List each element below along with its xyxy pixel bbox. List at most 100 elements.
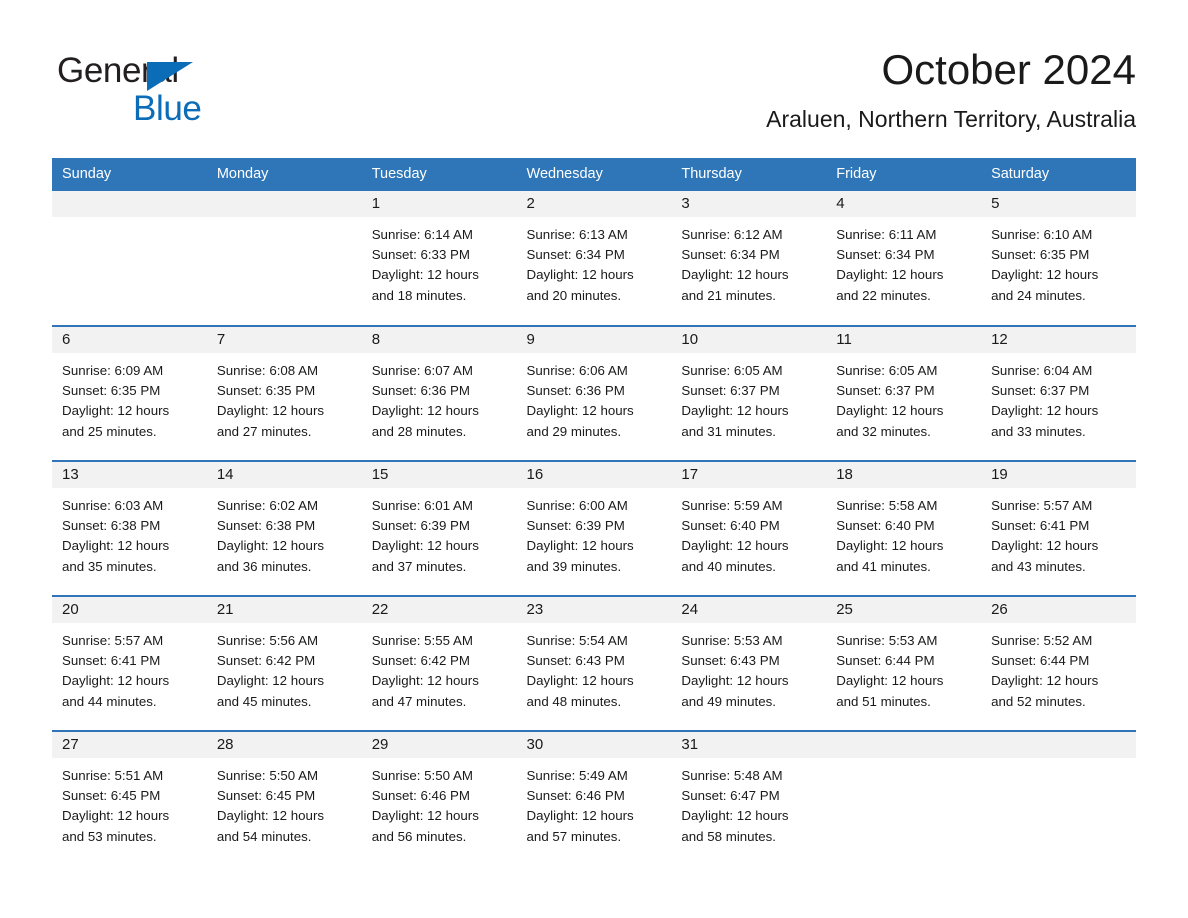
calendar-cell-empty (826, 730, 982, 866)
day-details: Sunrise: 6:01 AM Sunset: 6:39 PM Daylight:… (362, 488, 517, 577)
weekday-header-wednesday: Wednesday (516, 158, 672, 191)
calendar-week-row: 1 Sunrise: 6:14 AM Sunset: 6:33 PM Daylight… (52, 191, 1136, 326)
calendar-day-cell[interactable]: 27 Sunrise: 5:51 AM Sunset: 6:45 PM Dayligh… (52, 730, 207, 866)
daylight-text-line1: Daylight: 12 hours (371, 538, 479, 554)
calendar-day-cell[interactable]: 29 Sunrise: 5:50 AM Sunset: 6:46 PM Dayligh… (361, 730, 517, 866)
daylight-text-line1: Daylight: 12 hours (216, 808, 325, 824)
calendar-day-cell[interactable]: 21 Sunrise: 5:56 AM Sunset: 6:42 PM Dayligh… (206, 595, 362, 731)
calendar-day-cell[interactable]: 15 Sunrise: 6:01 AM Sunset: 6:39 PM Dayligh… (361, 460, 517, 596)
day-number: 18 (826, 462, 982, 488)
calendar-day-cell[interactable]: 10 Sunrise: 6:05 AM Sunset: 6:37 PM Dayligh… (671, 325, 827, 461)
calendar-day-cell[interactable]: 3 Sunrise: 6:12 AM Sunset: 6:34 PM Daylight… (671, 191, 827, 326)
day-details: Sunrise: 6:04 AM Sunset: 6:37 PM Daylight:… (981, 353, 1136, 442)
daylight-text-line2: and 18 minutes. (371, 287, 467, 303)
daylight-text-line1: Daylight: 12 hours (62, 808, 170, 824)
calendar-day-cell[interactable]: 13 Sunrise: 6:03 AM Sunset: 6:38 PM Dayligh… (52, 460, 207, 596)
day-details: Sunrise: 5:59 AM Sunset: 6:40 PM Daylight:… (671, 488, 826, 577)
day-details: Sunrise: 6:06 AM Sunset: 6:36 PM Daylight:… (517, 353, 672, 442)
daylight-text-line1: Daylight: 12 hours (526, 267, 634, 283)
calendar-day-cell[interactable]: 23 Sunrise: 5:54 AM Sunset: 6:43 PM Dayligh… (516, 595, 672, 731)
day-number: 12 (981, 327, 1136, 353)
daylight-text-line1: Daylight: 12 hours (371, 673, 479, 689)
sunset-text: Sunset: 6:39 PM (526, 518, 625, 534)
sunrise-text: Sunrise: 6:04 AM (991, 363, 1093, 378)
daylight-text-line2: and 37 minutes. (371, 558, 467, 574)
calendar-table: Sunday Monday Tuesday Wednesday Thursday… (52, 158, 1136, 866)
calendar-day-cell[interactable]: 2 Sunrise: 6:13 AM Sunset: 6:34 PM Daylight… (516, 191, 672, 326)
day-number: 29 (361, 732, 517, 758)
calendar-day-cell[interactable]: 31 Sunrise: 5:48 AM Sunset: 6:47 PM Dayligh… (671, 730, 827, 866)
daylight-text-line1: Daylight: 12 hours (991, 673, 1099, 689)
sunset-text: Sunset: 6:37 PM (991, 383, 1090, 399)
day-number: 6 (52, 327, 207, 353)
day-details: Sunrise: 5:57 AM Sunset: 6:41 PM Daylight:… (52, 623, 207, 712)
day-number (826, 732, 982, 758)
calendar-day-cell[interactable]: 4 Sunrise: 6:11 AM Sunset: 6:34 PM Daylight… (826, 191, 982, 326)
sunset-text: Sunset: 6:34 PM (836, 247, 935, 263)
calendar-day-cell[interactable]: 11 Sunrise: 6:05 AM Sunset: 6:37 PM Dayligh… (826, 325, 982, 461)
calendar-day-cell[interactable]: 12 Sunrise: 6:04 AM Sunset: 6:37 PM Dayligh… (981, 325, 1136, 461)
sunset-text: Sunset: 6:46 PM (526, 788, 625, 804)
calendar-day-cell[interactable]: 22 Sunrise: 5:55 AM Sunset: 6:42 PM Dayligh… (361, 595, 517, 731)
sunset-text: Sunset: 6:35 PM (62, 383, 161, 399)
calendar-day-cell[interactable]: 20 Sunrise: 5:57 AM Sunset: 6:41 PM Dayligh… (52, 595, 207, 731)
calendar-day-cell[interactable]: 25 Sunrise: 5:53 AM Sunset: 6:44 PM Dayligh… (826, 595, 982, 731)
calendar-day-cell[interactable]: 16 Sunrise: 6:00 AM Sunset: 6:39 PM Dayligh… (516, 460, 672, 596)
calendar-week-row: 27 Sunrise: 5:51 AM Sunset: 6:45 PM Dayligh… (52, 730, 1136, 866)
sunset-text: Sunset: 6:40 PM (836, 518, 935, 534)
sunset-text: Sunset: 6:37 PM (836, 383, 935, 399)
day-number (981, 732, 1136, 758)
calendar-day-cell[interactable]: 5 Sunrise: 6:10 AM Sunset: 6:35 PM Daylight… (981, 191, 1136, 326)
calendar-day-cell[interactable]: 26 Sunrise: 5:52 AM Sunset: 6:44 PM Dayligh… (981, 595, 1136, 731)
calendar-day-cell[interactable]: 19 Sunrise: 5:57 AM Sunset: 6:41 PM Dayligh… (981, 460, 1136, 596)
weekday-header-friday: Friday (826, 158, 982, 191)
daylight-text-line2: and 31 minutes. (681, 423, 776, 439)
calendar-day-cell[interactable]: 24 Sunrise: 5:53 AM Sunset: 6:43 PM Dayligh… (671, 595, 827, 731)
weekday-header-monday: Monday (206, 158, 362, 191)
calendar-day-cell[interactable]: 17 Sunrise: 5:59 AM Sunset: 6:40 PM Dayligh… (671, 460, 827, 596)
daylight-text-line1: Daylight: 12 hours (371, 808, 479, 824)
day-number: 22 (361, 597, 517, 623)
day-number: 10 (671, 327, 827, 353)
calendar-day-cell[interactable]: 14 Sunrise: 6:02 AM Sunset: 6:38 PM Dayligh… (206, 460, 362, 596)
day-number: 14 (206, 462, 362, 488)
weekday-header-thursday: Thursday (671, 158, 827, 191)
general-blue-logo[interactable]: General Blue (57, 52, 317, 132)
calendar-day-cell[interactable]: 18 Sunrise: 5:58 AM Sunset: 6:40 PM Dayligh… (826, 460, 982, 596)
daylight-text-line2: and 52 minutes. (991, 693, 1086, 709)
weekday-header-tuesday: Tuesday (361, 158, 517, 191)
calendar-day-cell[interactable]: 8 Sunrise: 6:07 AM Sunset: 6:36 PM Daylight… (361, 325, 517, 461)
logo-text-blue: Blue (133, 89, 202, 128)
daylight-text-line2: and 45 minutes. (216, 693, 312, 709)
calendar-day-cell[interactable]: 30 Sunrise: 5:49 AM Sunset: 6:46 PM Dayligh… (516, 730, 672, 866)
daylight-text-line1: Daylight: 12 hours (991, 403, 1099, 419)
calendar-day-cell[interactable]: 7 Sunrise: 6:08 AM Sunset: 6:35 PM Daylight… (206, 325, 362, 461)
day-details: Sunrise: 6:14 AM Sunset: 6:33 PM Daylight:… (362, 217, 517, 306)
daylight-text-line1: Daylight: 12 hours (836, 673, 944, 689)
sunrise-text: Sunrise: 6:11 AM (836, 227, 937, 242)
calendar-day-cell[interactable]: 28 Sunrise: 5:50 AM Sunset: 6:45 PM Dayligh… (206, 730, 362, 866)
daylight-text-line2: and 39 minutes. (526, 558, 622, 574)
daylight-text-line2: and 41 minutes. (836, 558, 931, 574)
daylight-text-line2: and 48 minutes. (526, 693, 622, 709)
daylight-text-line1: Daylight: 12 hours (681, 403, 789, 419)
weekday-header-saturday: Saturday (981, 158, 1136, 191)
sunset-text: Sunset: 6:35 PM (991, 247, 1090, 263)
calendar-day-cell[interactable]: 9 Sunrise: 6:06 AM Sunset: 6:36 PM Daylight… (516, 325, 672, 461)
sunrise-text: Sunrise: 5:56 AM (216, 633, 319, 648)
sunset-text: Sunset: 6:34 PM (681, 247, 780, 263)
sunset-text: Sunset: 6:41 PM (62, 653, 161, 669)
day-number (206, 191, 362, 217)
calendar-day-cell[interactable]: 6 Sunrise: 6:09 AM Sunset: 6:35 PM Daylight… (52, 325, 207, 461)
daylight-text-line2: and 47 minutes. (371, 693, 467, 709)
sunrise-text: Sunrise: 5:52 AM (991, 633, 1093, 648)
day-number (52, 191, 207, 217)
calendar-day-cell[interactable]: 1 Sunrise: 6:14 AM Sunset: 6:33 PM Daylight… (361, 191, 517, 326)
sunset-text: Sunset: 6:43 PM (681, 653, 780, 669)
sunset-text: Sunset: 6:41 PM (991, 518, 1090, 534)
sunrise-text: Sunrise: 6:00 AM (526, 498, 628, 513)
sunrise-text: Sunrise: 6:03 AM (62, 498, 164, 513)
day-number: 4 (826, 191, 982, 217)
day-number: 23 (516, 597, 672, 623)
sunrise-text: Sunrise: 6:10 AM (991, 227, 1093, 242)
